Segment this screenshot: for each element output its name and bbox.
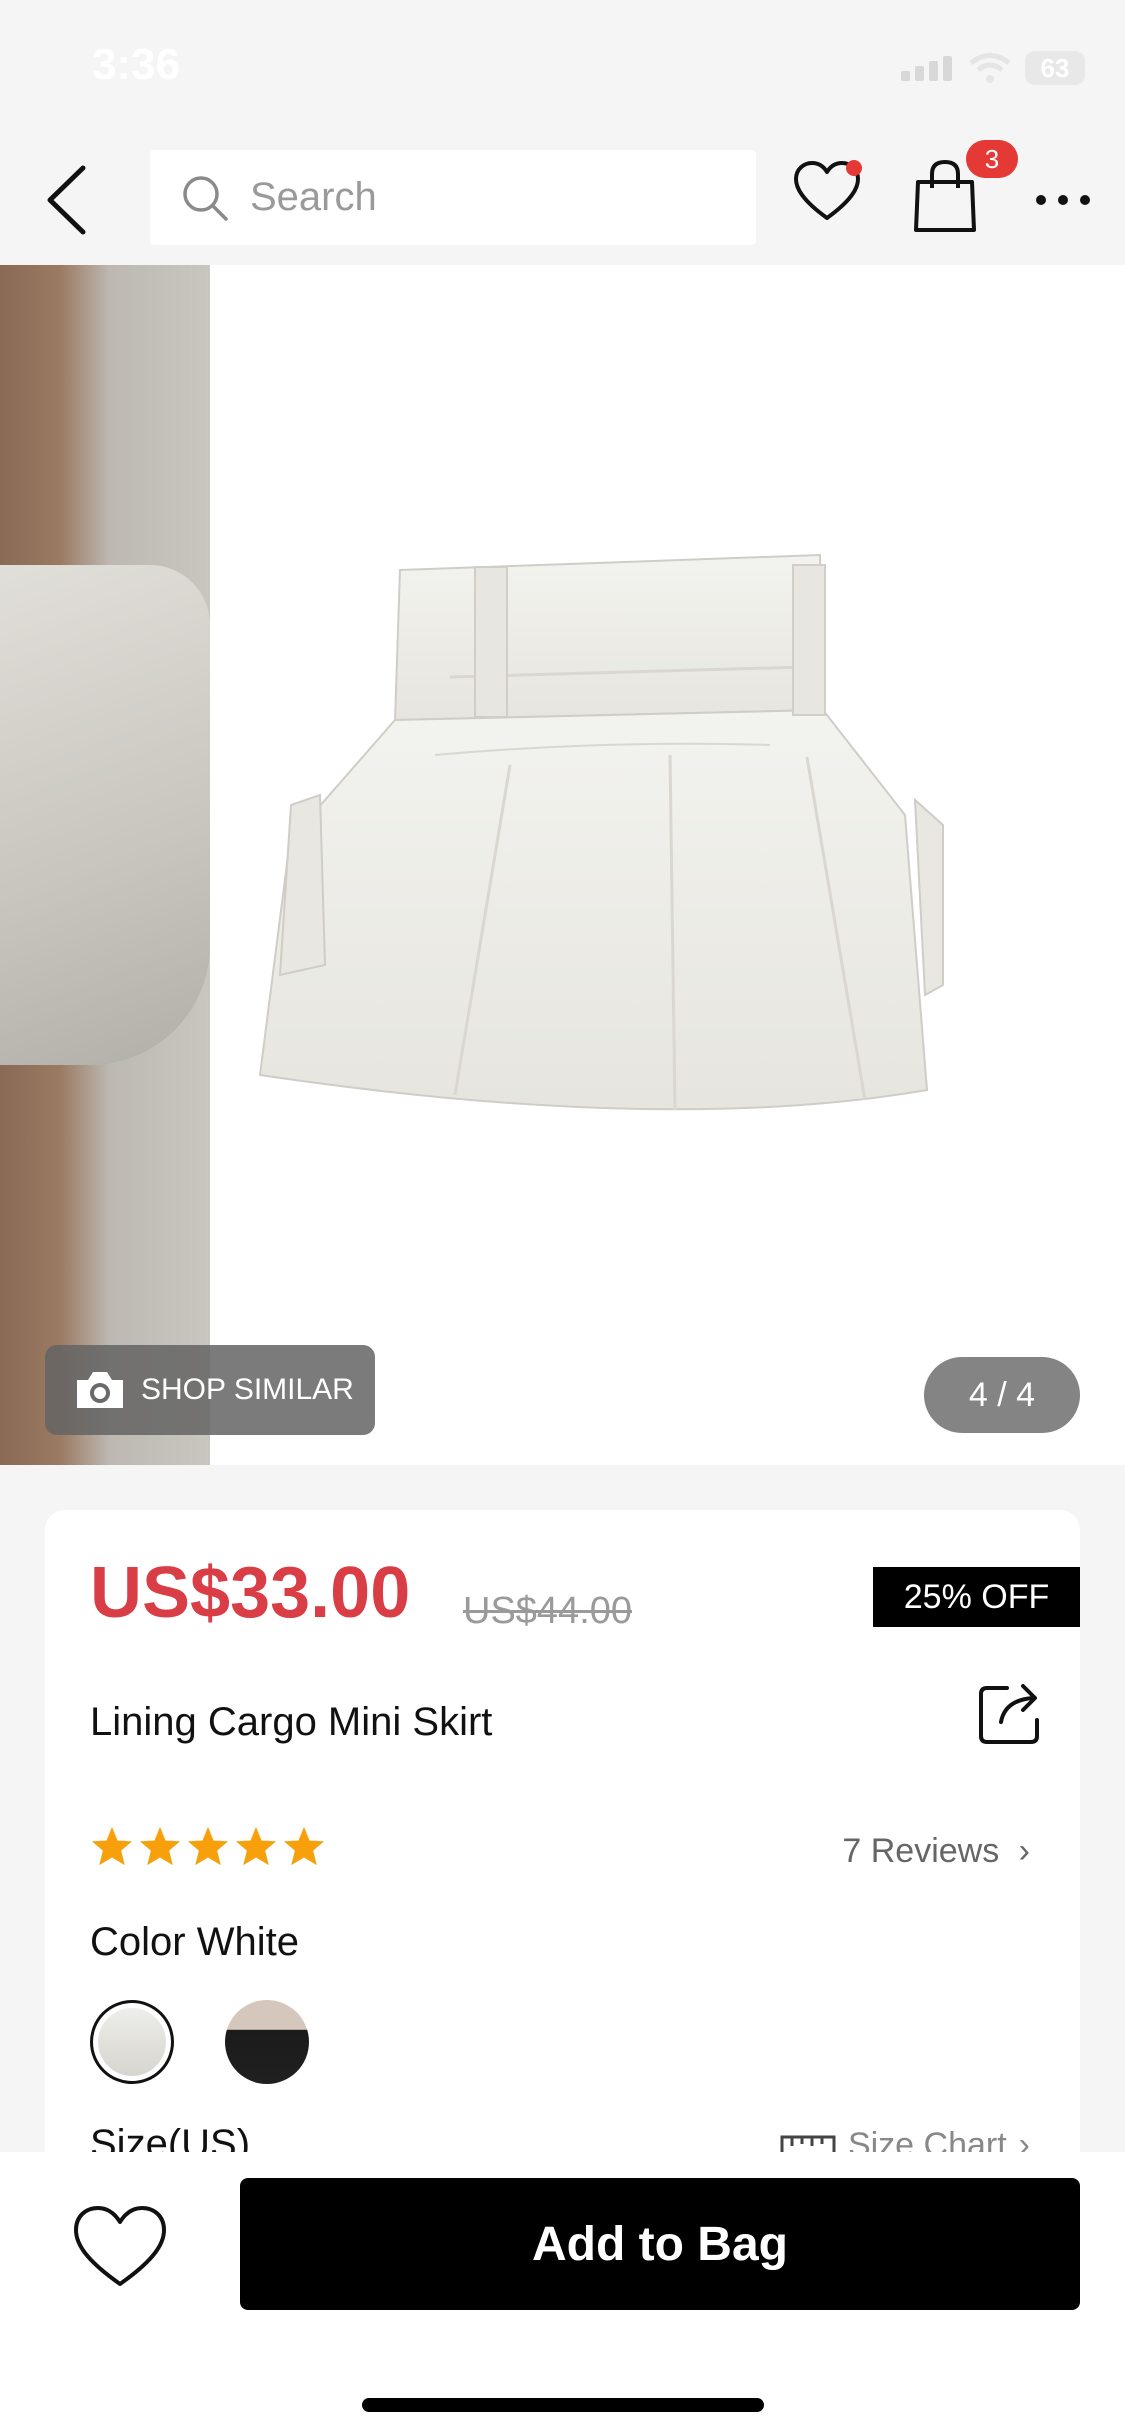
status-time: 3:36 (92, 40, 181, 89)
shop-similar-label: SHOP SIMILAR (141, 1373, 354, 1406)
product-title: Lining Cargo Mini Skirt (90, 1700, 493, 1744)
cart-count-badge: 3 (966, 140, 1018, 178)
home-indicator[interactable] (362, 2398, 764, 2412)
status-icons: 63 (899, 48, 1085, 88)
reviews-count: 7 Reviews (842, 1832, 1000, 1870)
product-photo (225, 265, 1125, 1465)
search-placeholder: Search (250, 175, 377, 219)
camera-icon (77, 1372, 123, 1408)
wishlist-dot (846, 160, 862, 176)
add-to-wishlist-icon[interactable] (72, 2204, 168, 2290)
back-icon[interactable] (38, 160, 98, 240)
reviews-link[interactable]: 7 Reviews › (842, 1832, 1030, 1871)
discount-badge: 25% OFF (873, 1567, 1080, 1627)
product-gallery[interactable]: SHOP SIMILAR 4 / 4 (0, 265, 1125, 1465)
star-icon (283, 1826, 325, 1866)
signal-icon (901, 56, 952, 81)
battery-icon: 63 (1025, 51, 1085, 85)
bottom-action-bar: Add to Bag (0, 2152, 1125, 2436)
wifi-icon (969, 53, 1011, 83)
model-skirt-image (0, 565, 210, 1065)
search-input[interactable]: Search (150, 150, 756, 245)
chevron-right-icon: › (1018, 1832, 1030, 1870)
color-swatch-white[interactable] (90, 2000, 174, 2084)
color-label: Color White (90, 1920, 299, 1964)
original-price: US$44.00 (463, 1590, 633, 1632)
star-icon (139, 1826, 181, 1866)
star-icon (187, 1826, 229, 1866)
rating-stars (90, 1825, 326, 1867)
skirt-image (258, 553, 944, 1111)
share-icon[interactable] (977, 1680, 1043, 1746)
shop-similar-button[interactable]: SHOP SIMILAR (45, 1345, 375, 1435)
search-icon (183, 175, 228, 221)
image-counter: 4 / 4 (924, 1357, 1080, 1433)
price: US$33.00 (90, 1553, 411, 1633)
star-icon (235, 1826, 277, 1866)
color-swatch-black[interactable] (225, 2000, 309, 2084)
more-icon[interactable] (1032, 180, 1094, 220)
star-icon (91, 1826, 133, 1866)
add-to-bag-button[interactable]: Add to Bag (240, 2178, 1080, 2310)
previous-product-photo (0, 265, 210, 1465)
